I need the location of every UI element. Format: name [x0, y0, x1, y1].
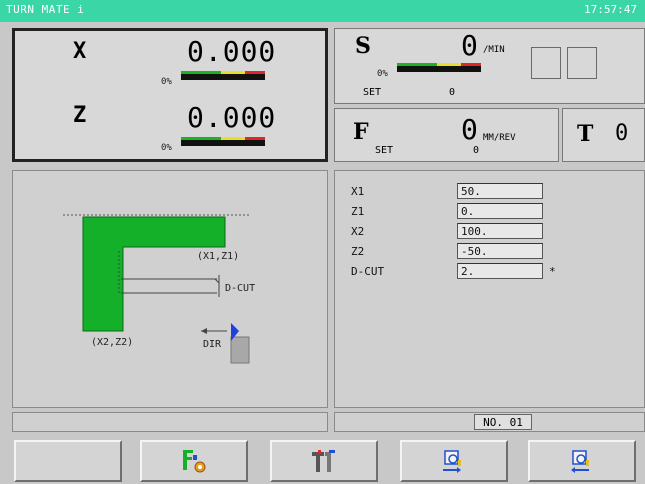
param-label: Z1	[351, 205, 365, 218]
param-dcut-field[interactable]: 2.	[457, 263, 543, 279]
param-z1-field[interactable]: 0.	[457, 203, 543, 219]
spindle-load-bar-green	[397, 63, 437, 66]
spindle-set-label: SET	[363, 87, 382, 98]
x-load-bar-yellow	[221, 71, 245, 74]
x-load-bar	[181, 71, 265, 80]
feed-speed-icon	[183, 450, 206, 473]
axis-position-panel: X 0.000 0% Z 0.000 0%	[12, 28, 328, 162]
x-axis-value: 0.000	[187, 35, 277, 68]
feed-value: 0	[461, 113, 479, 146]
spindle-indicator-1	[531, 47, 561, 79]
param-z2-field[interactable]: -50.	[457, 243, 543, 259]
point-x1z1-label: (X1,Z1)	[197, 251, 240, 262]
spindle-load-bar	[397, 63, 481, 72]
spindle-value: 0	[461, 29, 479, 62]
feed-label: F	[353, 119, 369, 145]
feed-set-value: 0	[473, 145, 480, 156]
param-label: Z2	[351, 245, 365, 258]
spindle-set-value: 0	[449, 87, 456, 98]
feed-panel: F SET 0 MM/REV 0	[334, 108, 559, 162]
x-axis-label: X	[73, 39, 87, 64]
next-page-icon	[571, 450, 589, 473]
tool-setting-icon	[312, 450, 335, 472]
x-load-percent: 0%	[161, 77, 172, 87]
x-load-bar-red	[245, 71, 265, 74]
message-bar	[12, 412, 328, 432]
z-load-percent: 0%	[161, 143, 172, 153]
spindle-unit: /MIN	[483, 45, 505, 55]
param-label: D-CUT	[351, 265, 385, 278]
softkey-tool-button[interactable]	[270, 440, 378, 482]
title-bar: TURN MATE i 17:57:47	[0, 0, 645, 22]
tool-label: T	[577, 121, 594, 147]
z-axis-value: 0.000	[187, 101, 277, 134]
dir-label: DIR	[203, 339, 222, 350]
prev-page-icon	[443, 450, 461, 473]
param-x1-field[interactable]: 50.	[457, 183, 543, 199]
program-number: NO. 01	[474, 414, 532, 430]
dcut-marker: *	[549, 265, 556, 278]
app-title: TURN MATE i	[6, 3, 85, 16]
param-label: X2	[351, 225, 365, 238]
spindle-label: S	[355, 33, 371, 59]
softkey-prev-button[interactable]	[400, 440, 508, 482]
x-load-bar-green	[181, 71, 221, 74]
feed-unit: MM/REV	[483, 133, 516, 143]
point-x2z2-label: (X2,Z2)	[91, 337, 134, 348]
z-load-bar-red	[245, 137, 265, 140]
cycle-graphic-panel: (X1,Z1) D-CUT (X2,Z2) DIR	[12, 170, 328, 408]
clock: 17:57:47	[584, 3, 637, 16]
param-x2-field[interactable]: 100.	[457, 223, 543, 239]
tool-value: 0	[615, 121, 629, 146]
tool-panel: T 0	[562, 108, 645, 162]
feed-set-label: SET	[375, 145, 394, 156]
cycle-parameters-panel: X1 50. Z1 0. X2 100. Z2 -50. D-CUT 2. *	[334, 170, 645, 408]
spindle-load-percent: 0%	[377, 69, 388, 79]
spindle-indicator-2	[567, 47, 597, 79]
spindle-panel: S 0 /MIN 0% SET 0	[334, 28, 645, 104]
spindle-load-bar-red	[461, 63, 481, 66]
softkey-1-button[interactable]	[14, 440, 122, 482]
z-axis-label: Z	[73, 103, 87, 128]
z-load-bar	[181, 137, 265, 146]
param-label: X1	[351, 185, 365, 198]
softkey-next-button[interactable]	[528, 440, 636, 482]
dcut-diagram-label: D-CUT	[225, 283, 256, 294]
spindle-load-bar-yellow	[437, 63, 461, 66]
z-load-bar-yellow	[221, 137, 245, 140]
softkey-feed-button[interactable]	[140, 440, 248, 482]
cycle-diagram	[63, 214, 250, 364]
z-load-bar-green	[181, 137, 221, 140]
